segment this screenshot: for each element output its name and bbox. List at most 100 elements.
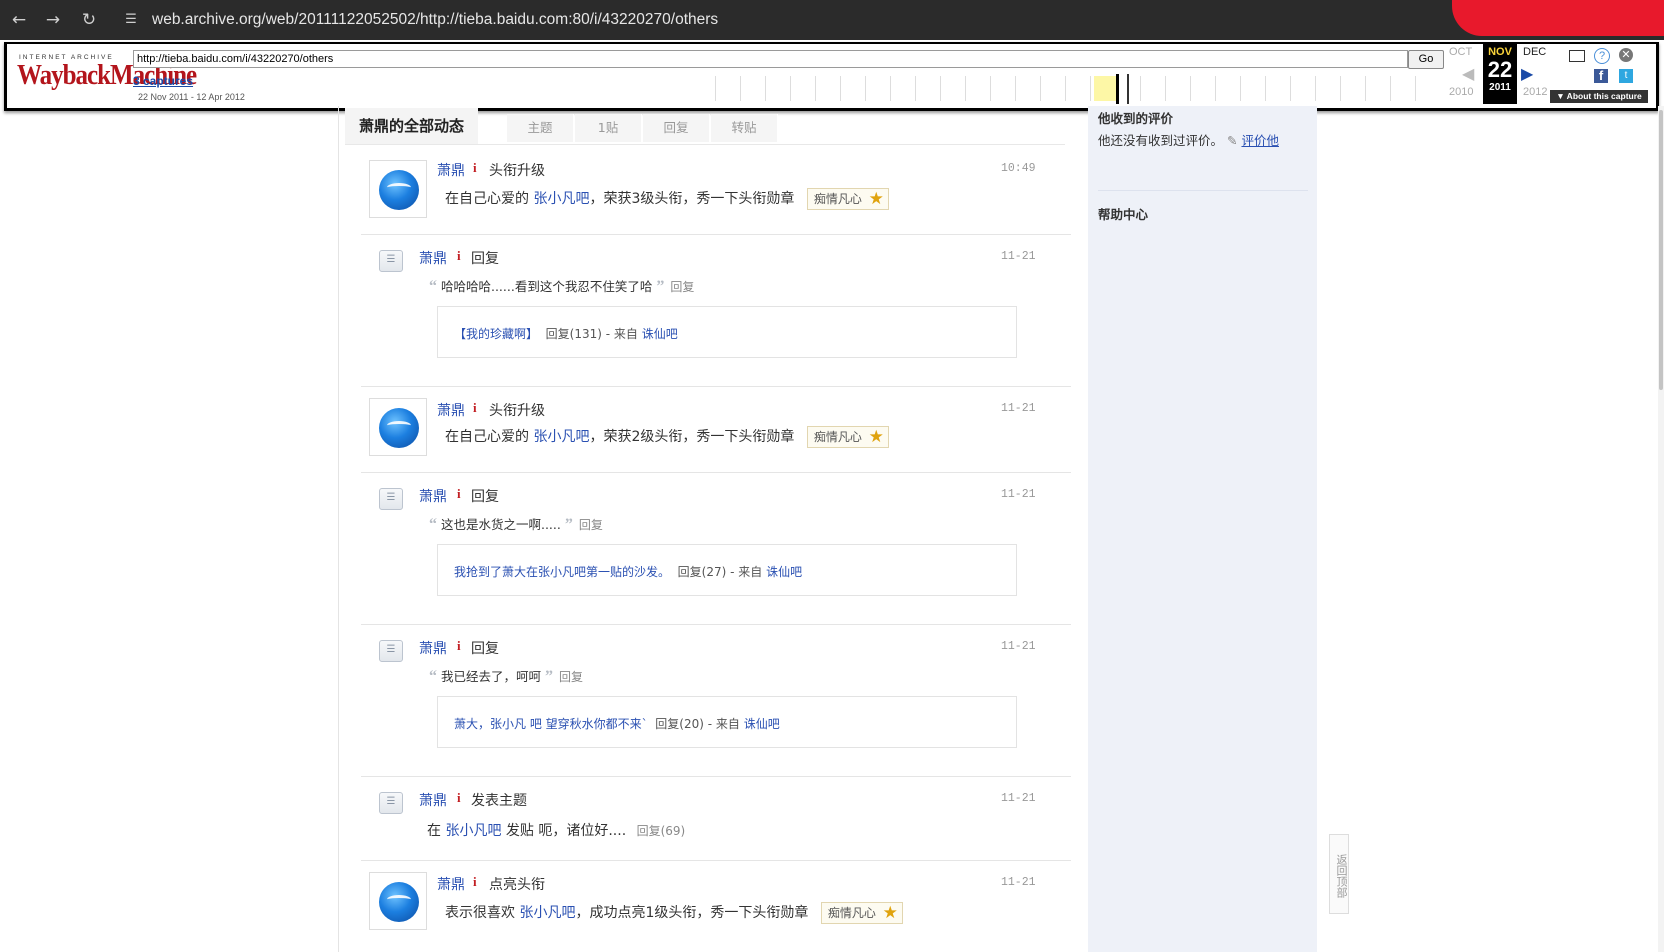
bar-link[interactable]: 张小凡吧: [519, 905, 575, 921]
title-badge[interactable]: 痴情凡心 ★: [806, 188, 889, 210]
reply-quote: “ 我已经去了，呵呵 ” 回复: [429, 666, 583, 686]
evaluate-link[interactable]: 评价他: [1241, 133, 1279, 148]
text-prefix: 在自己心爱的: [445, 429, 534, 445]
timestamp: 11-21: [1001, 640, 1036, 653]
info-icon[interactable]: i: [473, 874, 477, 890]
close-icon[interactable]: ✕: [1619, 48, 1633, 62]
source-post-box: 萧大，张小凡 吧 望穿秋水你都不来` 回复(20) - 来自 诛仙吧: [437, 696, 1017, 748]
tab-reposts[interactable]: 转贴: [711, 114, 778, 142]
comment-icon: ☰: [379, 250, 403, 272]
next-month-link[interactable]: DEC: [1523, 46, 1546, 58]
activity-text: 在 张小凡吧 发贴 呃，诸位好.... 回复(69): [427, 820, 685, 840]
info-icon[interactable]: i: [457, 790, 461, 806]
source-bar-link[interactable]: 诛仙吧: [744, 717, 780, 731]
list-item: 萧鼎 i 头衔升级 11-21 在自己心爱的 张小凡吧，荣获2级头衔，秀一下头衔…: [361, 386, 1071, 473]
activity-text: 在自己心爱的 张小凡吧，荣获2级头衔，秀一下头衔勋章 痴情凡心 ★: [445, 426, 889, 448]
forward-arrow-icon[interactable]: →: [42, 9, 64, 31]
source-meta: 回复(131) - 来自: [545, 327, 642, 341]
pencil-icon: ✎: [1227, 133, 1238, 148]
username-link[interactable]: 萧鼎: [437, 874, 465, 894]
avatar[interactable]: [369, 160, 427, 218]
list-item: ☰ 萧鼎 i 回复 11-21 “ 这也是水货之一啊..... ” 回复 我抢到了…: [361, 472, 1071, 625]
badge-label: 痴情凡心: [813, 192, 862, 206]
username-link[interactable]: 萧鼎: [419, 638, 447, 658]
avatar[interactable]: [369, 398, 427, 456]
list-item: 萧鼎 i 点亮头衔 11-21 表示很喜欢 张小凡吧，成功点亮1级头衔，秀一下头…: [361, 860, 1071, 952]
site-settings-icon[interactable]: ☰: [120, 10, 142, 30]
text-suffix: ，荣获3级头衔，秀一下头衔勋章: [589, 191, 795, 207]
address-bar[interactable]: web.archive.org/web/20111122052502/http:…: [152, 9, 718, 31]
open-quote-icon: “: [429, 278, 437, 295]
list-item: ☰ 萧鼎 i 回复 11-21 “ 哈哈哈哈......看到这个我忍不住笑了哈 …: [361, 234, 1071, 387]
source-title-link[interactable]: 【我的珍藏啊】: [454, 327, 538, 341]
reply-link[interactable]: 回复: [559, 670, 583, 684]
username-link[interactable]: 萧鼎: [437, 160, 465, 180]
activity-panel: 萧鼎的全部动态 主题 1贴 回复 转贴 萧鼎 i 头衔升级 10:49 在自己心…: [338, 106, 1073, 952]
quote-text: 这也是水货之一啊.....: [440, 517, 561, 532]
tab-posts[interactable]: 1贴: [575, 114, 642, 142]
no-evaluation-text: 他还没有收到过评价。: [1098, 133, 1224, 148]
scrollbar-thumb[interactable]: [1659, 110, 1663, 390]
timestamp: 11-21: [1001, 488, 1036, 501]
prev-month-link[interactable]: OCT: [1449, 46, 1472, 58]
info-icon[interactable]: i: [457, 248, 461, 264]
facebook-icon[interactable]: f: [1594, 69, 1608, 83]
info-icon[interactable]: i: [457, 486, 461, 502]
twitter-icon[interactable]: t: [1619, 69, 1633, 83]
username-link[interactable]: 萧鼎: [419, 486, 447, 506]
bar-link[interactable]: 张小凡吧: [533, 191, 589, 207]
activity-type: 头衔升级: [489, 163, 545, 179]
source-bar-link[interactable]: 诛仙吧: [766, 565, 802, 579]
avatar-eyes: [387, 895, 411, 904]
tab-topics[interactable]: 主题: [507, 114, 574, 142]
title-badge[interactable]: 痴情凡心 ★: [806, 426, 889, 448]
username-link[interactable]: 萧鼎: [419, 248, 447, 268]
info-icon[interactable]: i: [457, 638, 461, 654]
topic-title[interactable]: 发贴 呃，诸位好....: [501, 823, 626, 839]
captures-link[interactable]: 3 captures: [133, 74, 193, 88]
wayback-url-input[interactable]: http://tieba.baidu.com/i/43220270/others: [133, 50, 1408, 68]
reply-link[interactable]: 回复: [670, 280, 694, 294]
help-center-link[interactable]: 帮助中心: [1098, 204, 1148, 223]
username-link[interactable]: 萧鼎: [419, 790, 447, 810]
source-meta: 回复(20) - 来自: [655, 717, 744, 731]
open-quote-icon: “: [429, 668, 437, 685]
info-icon[interactable]: i: [473, 400, 477, 416]
about-capture-button[interactable]: ▼ About this capture: [1550, 90, 1648, 103]
close-quote-icon: ”: [544, 668, 553, 685]
current-day: 22: [1487, 57, 1513, 82]
bar-link[interactable]: 张小凡吧: [445, 823, 501, 839]
source-title-link[interactable]: 萧大，张小凡 吧 望穿秋水你都不来`: [454, 717, 648, 731]
avatar-eyes: [387, 183, 411, 192]
reload-icon[interactable]: ↻: [78, 9, 100, 31]
comment-icon: ☰: [379, 640, 403, 662]
sparkline-capture-mark: [1127, 74, 1129, 104]
title-badge[interactable]: 痴情凡心 ★: [820, 902, 903, 924]
back-arrow-icon[interactable]: ←: [8, 9, 30, 31]
back-to-top-button[interactable]: 返回顶部: [1329, 834, 1349, 914]
help-icon[interactable]: ?: [1594, 48, 1610, 64]
quote-text: 我已经去了，呵呵: [440, 669, 541, 684]
username-link[interactable]: 萧鼎: [437, 400, 465, 420]
source-post: 我抢到了萧大在张小凡吧第一贴的沙发。 回复(27) - 来自 诛仙吧: [454, 563, 802, 580]
next-capture-icon[interactable]: ▶: [1521, 64, 1533, 84]
window-icon[interactable]: [1569, 50, 1585, 62]
source-bar-link[interactable]: 诛仙吧: [642, 327, 678, 341]
reply-link[interactable]: 回复: [579, 518, 603, 532]
info-icon[interactable]: i: [473, 160, 477, 176]
go-button[interactable]: Go: [1408, 50, 1444, 69]
source-post: 萧大，张小凡 吧 望穿秋水你都不来` 回复(20) - 来自 诛仙吧: [454, 715, 780, 732]
text-suffix: ，成功点亮1级头衔，秀一下头衔勋章: [575, 905, 809, 921]
text-prefix: 表示很喜欢: [445, 905, 520, 921]
bar-link[interactable]: 张小凡吧: [533, 429, 589, 445]
tab-replies[interactable]: 回复: [643, 114, 710, 142]
source-title-link[interactable]: 我抢到了萧大在张小凡吧第一贴的沙发。: [454, 565, 670, 579]
avatar[interactable]: [369, 872, 427, 930]
wayback-toolbar: INTERNET ARCHIVE WaybackMachine http://t…: [4, 42, 1659, 111]
text-suffix: ，荣获2级头衔，秀一下头衔勋章: [589, 429, 795, 445]
source-meta: 回复(27) - 来自: [677, 565, 767, 579]
timestamp: 10:49: [1001, 162, 1036, 175]
tab-all-activity[interactable]: 萧鼎的全部动态: [345, 108, 479, 144]
capture-sparkline[interactable]: [715, 76, 1421, 101]
redaction-mark: [1452, 0, 1664, 36]
